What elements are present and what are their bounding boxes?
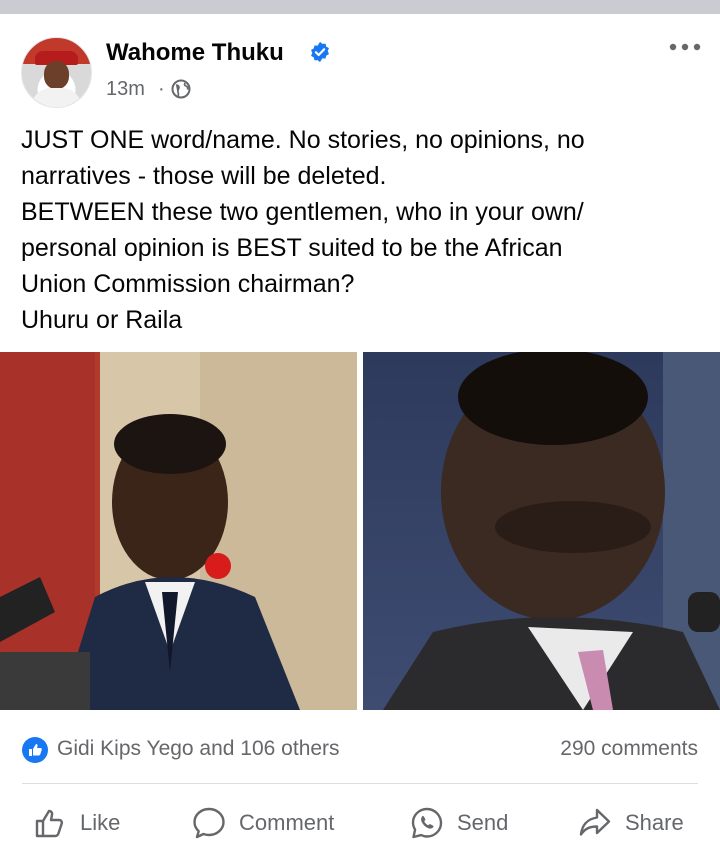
globe-icon	[171, 79, 191, 99]
author-name[interactable]: Wahome Thuku	[106, 38, 284, 68]
share-button[interactable]: Share	[577, 803, 684, 843]
actions-divider	[22, 783, 698, 784]
share-label: Share	[625, 810, 684, 835]
comment-bubble-icon	[193, 807, 225, 839]
post-text-line: personal opinion is BEST suited to be th…	[21, 234, 563, 262]
reactions-summary[interactable]: Gidi Kips Yego and 106 others	[57, 735, 340, 763]
post-text-line: narratives - those will be deleted.	[21, 162, 387, 190]
share-arrow-icon	[579, 808, 611, 836]
post-text-line: Union Commission chairman?	[21, 270, 355, 298]
post-text-line: Uhuru or Raila	[21, 306, 183, 334]
like-label: Like	[80, 810, 121, 835]
thumbs-up-icon	[35, 809, 64, 838]
post-photo-left[interactable]	[0, 352, 357, 710]
post-photo-right[interactable]	[363, 352, 720, 710]
post-timestamp[interactable]: 13m	[106, 77, 145, 101]
whatsapp-icon	[411, 807, 443, 839]
comment-button[interactable]: Comment	[191, 803, 334, 843]
verified-icon	[311, 41, 329, 63]
post-text: JUST ONE word/name. No stories, no opini…	[21, 122, 701, 338]
more-icon[interactable]	[667, 36, 703, 58]
feed-divider	[0, 0, 720, 14]
like-button[interactable]: Like	[34, 803, 120, 843]
author-avatar[interactable]	[21, 37, 92, 108]
meta-separator: ·	[158, 78, 165, 100]
send-button[interactable]: Send	[409, 803, 508, 843]
comment-label: Comment	[239, 810, 335, 835]
avatar-shirt	[31, 88, 82, 107]
avatar-face	[44, 61, 69, 89]
post-text-line: JUST ONE word/name. No stories, no opini…	[21, 126, 585, 154]
comments-count[interactable]: 290 comments	[560, 735, 698, 763]
photo-right-illustration	[383, 352, 720, 710]
post-text-line: BETWEEN these two gentlemen, who in your…	[21, 198, 584, 226]
send-label: Send	[457, 810, 509, 835]
like-reaction-icon	[22, 737, 48, 763]
photo-left-illustration	[0, 352, 357, 710]
